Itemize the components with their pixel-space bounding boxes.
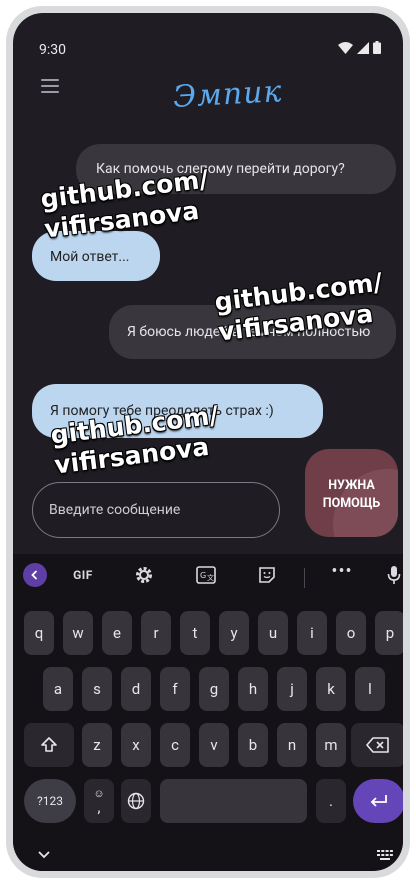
key-s[interactable]: s xyxy=(82,667,112,711)
symbols-key[interactable]: ?123 xyxy=(24,779,76,823)
help-button-label-2: ПОМОЩЬ xyxy=(322,496,381,511)
enter-icon xyxy=(370,795,387,807)
phone-frame: 9:30 Эмпик Как помочь слепому перейти до… xyxy=(6,6,410,878)
sticker-button[interactable] xyxy=(253,562,281,588)
status-icons xyxy=(338,41,381,54)
key-j[interactable]: j xyxy=(277,667,307,711)
help-button-label-1: НУЖНА xyxy=(328,478,375,493)
more-button[interactable]: ••• xyxy=(328,562,356,588)
backspace-key[interactable] xyxy=(351,723,403,767)
key-q[interactable]: q xyxy=(24,611,54,655)
key-b[interactable]: b xyxy=(238,723,268,767)
svg-text:文: 文 xyxy=(207,573,214,582)
help-button[interactable]: НУЖНА ПОМОЩЬ xyxy=(305,449,398,537)
translate-button[interactable]: G文 xyxy=(192,562,220,588)
key-x[interactable]: x xyxy=(121,723,151,767)
key-c[interactable]: c xyxy=(160,723,190,767)
key-o[interactable]: o xyxy=(336,611,366,655)
enter-key[interactable] xyxy=(353,779,403,823)
key-z[interactable]: z xyxy=(82,723,112,767)
svg-text:G: G xyxy=(200,571,206,580)
chevron-left-icon xyxy=(31,570,38,580)
app-logo: Эмпик xyxy=(172,74,284,115)
app-bar: Эмпик xyxy=(13,69,403,119)
shift-key[interactable] xyxy=(24,723,74,767)
backspace-icon xyxy=(366,737,389,753)
period-key[interactable]: . xyxy=(316,779,346,823)
message-input-placeholder: Введите сообщение xyxy=(49,502,181,518)
battery-icon xyxy=(373,41,381,54)
key-k[interactable]: k xyxy=(316,667,346,711)
wifi-icon xyxy=(338,41,353,54)
message-input[interactable]: Введите сообщение xyxy=(32,482,280,538)
sticker-icon xyxy=(259,567,275,583)
key-d[interactable]: d xyxy=(121,667,151,711)
key-e[interactable]: e xyxy=(102,611,132,655)
gif-button[interactable]: GIF xyxy=(69,562,97,588)
menu-icon[interactable] xyxy=(41,79,59,93)
language-key[interactable] xyxy=(121,779,151,823)
key-i[interactable]: i xyxy=(297,611,327,655)
keyboard: GIF G文 ••• q w e r t y u i o p a s d f g… xyxy=(13,554,403,871)
key-f[interactable]: f xyxy=(160,667,190,711)
keyboard-nav-row xyxy=(13,836,403,871)
key-n[interactable]: n xyxy=(277,723,307,767)
key-h[interactable]: h xyxy=(238,667,268,711)
translate-icon: G文 xyxy=(196,566,216,584)
key-l[interactable]: l xyxy=(355,667,385,711)
screen: 9:30 Эмпик Как помочь слепому перейти до… xyxy=(13,13,403,871)
globe-icon xyxy=(127,792,145,810)
signal-icon xyxy=(357,41,369,54)
settings-button[interactable] xyxy=(130,562,158,588)
watermark: github.com/vifirsanova xyxy=(39,164,210,244)
microphone-button[interactable] xyxy=(380,562,403,588)
emoji-comma-key[interactable]: ☺ , xyxy=(84,779,114,823)
status-time: 9:30 xyxy=(39,42,66,58)
keyboard-switch-icon[interactable] xyxy=(377,850,393,862)
space-key[interactable] xyxy=(160,779,307,823)
key-m[interactable]: m xyxy=(316,723,346,767)
key-v[interactable]: v xyxy=(199,723,229,767)
key-g[interactable]: g xyxy=(199,667,229,711)
gear-icon xyxy=(136,567,152,583)
key-r[interactable]: r xyxy=(141,611,171,655)
keyboard-toolbar: GIF G文 ••• xyxy=(13,554,403,596)
microphone-icon xyxy=(387,566,401,584)
status-bar: 9:30 xyxy=(13,13,403,58)
keyboard-back-button[interactable] xyxy=(21,562,49,588)
key-a[interactable]: a xyxy=(43,667,73,711)
key-p[interactable]: p xyxy=(375,611,403,655)
key-u[interactable]: u xyxy=(258,611,288,655)
chevron-down-icon[interactable] xyxy=(37,850,51,860)
shift-icon xyxy=(41,737,57,752)
key-w[interactable]: w xyxy=(63,611,93,655)
key-t[interactable]: t xyxy=(180,611,210,655)
key-y[interactable]: y xyxy=(219,611,249,655)
